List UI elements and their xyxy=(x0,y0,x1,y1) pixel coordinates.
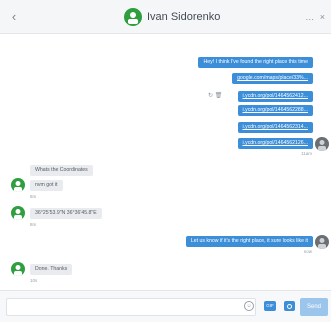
message-timestamp: 8m xyxy=(30,222,37,227)
message-incoming: 36°25'53.9"N 36°36'45.8"E xyxy=(30,208,102,219)
message-thread[interactable]: Hey! I think I've found the right place … xyxy=(0,34,331,290)
gif-button[interactable]: GIF xyxy=(264,301,276,311)
close-icon[interactable]: × xyxy=(320,12,325,22)
more-icon[interactable]: … xyxy=(305,12,314,22)
forward-icon[interactable]: ↻ xyxy=(208,93,213,99)
chat-header: ‹ Ivan Sidorenko … × xyxy=(0,0,331,34)
message-composer: ☺ GIF Send xyxy=(0,290,331,322)
message-outgoing-link[interactable]: i.ycdn.org/pol/1464562314... xyxy=(237,122,313,133)
send-button[interactable]: Send xyxy=(300,298,328,316)
message-outgoing-link[interactable]: google.com/maps/place/33%... xyxy=(232,73,313,84)
contact-avatar[interactable] xyxy=(11,206,25,220)
message-outgoing-link[interactable]: i.ycdn.org/pol/1464562412... xyxy=(237,91,313,102)
message-timestamp: 10s xyxy=(30,278,38,283)
message-timestamp: 11am xyxy=(301,151,312,156)
message-timestamp: 8m xyxy=(30,194,37,199)
message-outgoing: Hey! I think I've found the right place … xyxy=(198,57,313,68)
delete-icon[interactable]: 🗑 xyxy=(215,93,223,99)
message-input[interactable] xyxy=(6,298,256,316)
header-actions: … × xyxy=(302,9,325,25)
message-timestamp: now xyxy=(303,249,312,254)
contact-avatar[interactable] xyxy=(124,8,142,26)
message-outgoing-link[interactable]: i.ycdn.org/pol/1464562288... xyxy=(237,105,313,116)
contact-name[interactable]: Ivan Sidorenko xyxy=(147,9,220,25)
my-avatar xyxy=(315,235,329,249)
message-incoming: Whats the Coordinates xyxy=(30,165,93,176)
message-incoming: Done. Thanks xyxy=(30,264,73,275)
camera-icon[interactable] xyxy=(284,301,295,311)
my-avatar xyxy=(315,137,329,151)
contact-avatar[interactable] xyxy=(11,262,25,276)
message-options: ↻ 🗑 xyxy=(208,92,222,99)
message-outgoing: Let us know if it's the right place, it … xyxy=(185,236,313,247)
contact-avatar[interactable] xyxy=(11,178,25,192)
chevron-left-icon[interactable]: ‹ xyxy=(8,9,20,25)
message-outgoing-link[interactable]: i.ycdn.org/pol/1464562126... xyxy=(237,138,313,149)
message-incoming: nvm got it xyxy=(30,180,63,191)
emoji-icon[interactable]: ☺ xyxy=(244,301,254,311)
